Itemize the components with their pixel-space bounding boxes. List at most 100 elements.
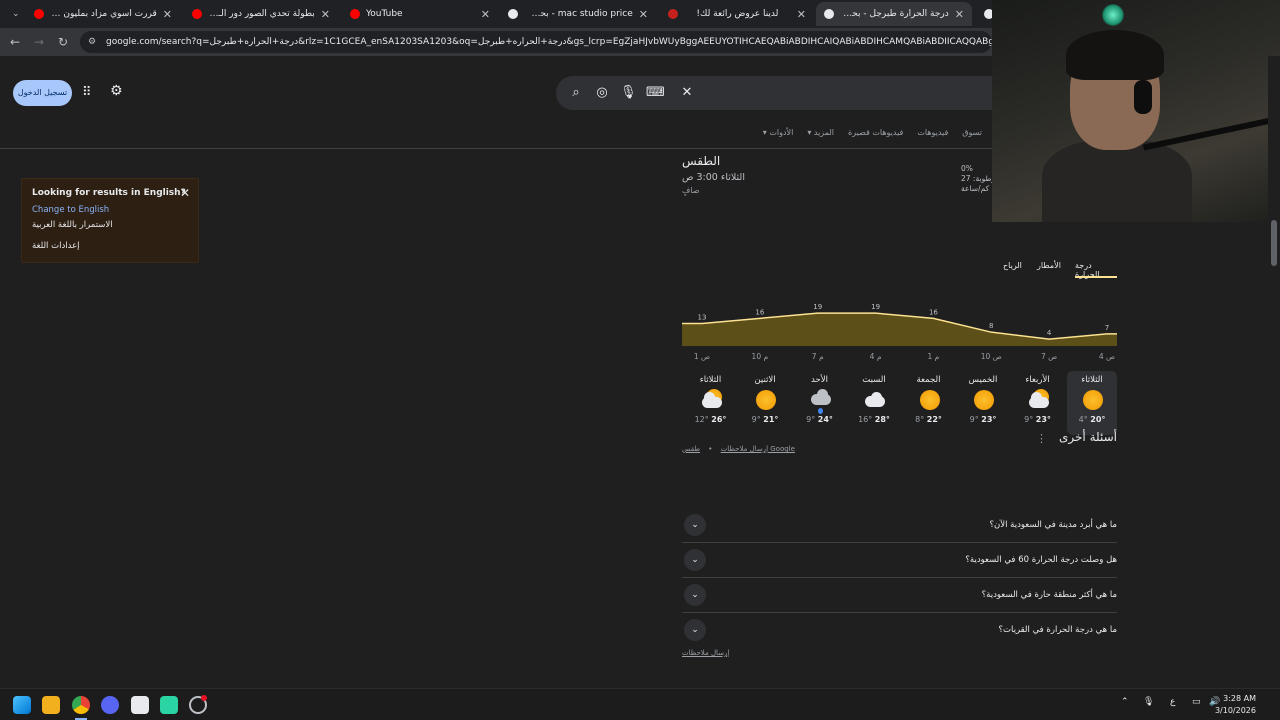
tab-title: mac studio price - بحث Google xyxy=(524,9,633,19)
site-icon xyxy=(668,9,678,19)
tab-6-active[interactable]: درجة الحرارة طبرجل - بحث Google ✕ xyxy=(816,2,972,26)
scrollbar[interactable] xyxy=(1268,56,1280,688)
url-text: google.com/search?q=درجة+الحراره+طبرجل&r… xyxy=(106,37,992,47)
feedback-link[interactable]: إرسال ملاحظات xyxy=(682,649,729,657)
apps-grid-icon[interactable]: ⠿ xyxy=(82,85,92,100)
youtube-icon xyxy=(192,9,202,19)
tab-4[interactable]: mac studio price - بحث Google ✕ xyxy=(500,2,656,26)
reload-icon[interactable]: ↻ xyxy=(54,33,72,51)
app-icon[interactable] xyxy=(131,696,149,714)
weather-tab-wind[interactable]: الرياح xyxy=(1003,261,1022,270)
lens-icon[interactable]: ◎ xyxy=(594,85,610,101)
forward-icon[interactable]: → xyxy=(30,33,48,51)
clear-icon[interactable]: ✕ xyxy=(679,85,695,101)
discord-icon[interactable] xyxy=(101,696,119,714)
lamp-light xyxy=(1102,4,1124,26)
mic-icon[interactable]: 🎙 xyxy=(620,85,637,101)
close-icon[interactable]: ✕ xyxy=(949,8,964,21)
change-language-link[interactable]: Change to English xyxy=(32,205,109,215)
close-icon[interactable]: ✕ xyxy=(633,8,648,21)
day-forecast[interactable]: الثلاثاء 4° 20° xyxy=(1067,371,1117,435)
weather-condition: صافٍ xyxy=(682,186,700,195)
paa-question-text: هل وصلت درجة الحرارة 60 في السعودية؟ xyxy=(965,555,1117,565)
chevron-up-icon[interactable]: ⌃ xyxy=(1121,697,1129,707)
close-icon[interactable]: ✕ xyxy=(791,8,806,21)
day-name: الثلاثاء xyxy=(699,375,722,385)
search-box[interactable]: ⌕ ◎ 🎙 ⌨ ✕ xyxy=(556,76,992,110)
tab-title: YouTube xyxy=(366,9,403,19)
close-icon[interactable]: ✕ xyxy=(475,8,490,21)
paa-question[interactable]: هل وصلت درجة الحرارة 60 في السعودية؟ ⌄ xyxy=(682,543,1117,578)
input-language[interactable]: ع xyxy=(1170,697,1175,707)
continue-arabic-link[interactable]: الاستمرار باللغة العربية xyxy=(32,220,113,230)
streamer-hair xyxy=(1066,30,1164,80)
day-forecast[interactable]: السبت 16° 28° xyxy=(849,371,899,435)
site-info-icon[interactable]: ⚙ xyxy=(88,31,96,53)
paa-question[interactable]: ما هي أبرد مدينة في السعودية الآن؟ ⌄ xyxy=(682,508,1117,543)
day-forecast[interactable]: الأحد 9° 24° xyxy=(795,371,845,435)
tab-tools[interactable]: الأدوات ▾ xyxy=(763,128,794,137)
chevron-down-icon[interactable]: ⌄ xyxy=(684,619,706,641)
day-name: الثلاثاء xyxy=(1081,375,1103,385)
day-forecast[interactable]: الثلاثاء 12° 26° xyxy=(686,371,736,435)
low-temp: 9° xyxy=(1024,415,1036,424)
hour-label: 10 ص xyxy=(980,352,1002,361)
tab-short-videos[interactable]: فيديوهات قصيرة xyxy=(848,128,903,137)
address-bar[interactable]: ⚙ google.com/search?q=درجة+الحراره+طبرجل… xyxy=(80,31,992,53)
webcam-overlay xyxy=(992,0,1280,222)
scrollbar-thumb[interactable] xyxy=(1271,220,1277,266)
weather-footer: إرسال ملاحظات • طقس Google xyxy=(682,445,795,453)
signin-button[interactable]: تسجيل الدخول xyxy=(13,80,72,106)
paa-question[interactable]: ما هي أكثر منطقة حارة في السعودية؟ ⌄ xyxy=(682,578,1117,613)
keyboard-icon[interactable]: ⌨ xyxy=(646,85,665,101)
tab-3[interactable]: YouTube ✕ xyxy=(342,2,498,26)
day-forecast[interactable]: الأربعاء 9° 23° xyxy=(1013,371,1063,435)
active-tab-indicator xyxy=(1075,276,1117,278)
back-icon[interactable]: ← xyxy=(6,33,24,51)
day-forecast[interactable]: الاثنين 9° 21° xyxy=(740,371,790,435)
tab-more[interactable]: المزيد ▾ xyxy=(807,128,834,137)
close-icon[interactable]: ✕ xyxy=(180,186,190,200)
day-name: الأحد xyxy=(811,375,828,385)
rain-icon xyxy=(809,389,831,414)
paa-question[interactable]: ما هي درجة الحرارة في القريات؟ ⌄ xyxy=(682,613,1117,648)
file-explorer-icon[interactable] xyxy=(42,696,60,714)
tab-1[interactable]: قررت اسوي مزاد بمليون ريال 😳 ✕ xyxy=(26,2,180,26)
close-icon[interactable]: ✕ xyxy=(315,8,330,21)
paa-question-text: ما هي أبرد مدينة في السعودية الآن؟ xyxy=(989,520,1117,530)
network-icon[interactable]: ▭ xyxy=(1192,697,1201,707)
windows-start-icon[interactable] xyxy=(13,696,31,714)
tab-search-button[interactable]: ⌄ xyxy=(4,2,24,26)
search-icon[interactable]: ⌕ xyxy=(568,85,584,101)
temperature-value-label: 19 xyxy=(813,303,822,311)
tab-shopping[interactable]: تسوق xyxy=(962,128,982,137)
tab-2[interactable]: بطولة تحدي الصور دور الـ ٨ 🌙 ✕ xyxy=(184,2,338,26)
taskbar: ⌃ 🎙 ع ▭ 🔊 3:28 AM 3/10/2026 xyxy=(0,688,1280,720)
chevron-down-icon[interactable]: ⌄ xyxy=(684,514,706,536)
close-icon[interactable]: ✕ xyxy=(157,8,172,21)
mic-icon[interactable]: 🎙 xyxy=(1143,697,1154,707)
youtube-icon xyxy=(34,9,44,19)
chevron-down-icon[interactable]: ⌄ xyxy=(684,549,706,571)
day-forecast[interactable]: الخميس 9° 23° xyxy=(958,371,1008,435)
day-temps: 9° 21° xyxy=(740,415,790,424)
weather-tab-precipitation[interactable]: الأمطار xyxy=(1037,261,1061,270)
tab-5[interactable]: لدينا عروض رائعة لك! ✕ xyxy=(660,2,814,26)
feedback-link[interactable]: إرسال ملاحظات xyxy=(721,445,768,453)
temperature-value-label: 4 xyxy=(1047,329,1052,337)
low-temp: 9° xyxy=(806,415,818,424)
more-options-icon[interactable]: ⋮ xyxy=(1036,432,1047,445)
hour-label: 4 ص xyxy=(1098,352,1116,361)
high-temp: 22° xyxy=(926,415,942,424)
chrome-icon[interactable] xyxy=(72,696,90,714)
clock[interactable]: 3:28 AM 3/10/2026 xyxy=(1215,693,1256,717)
high-temp: 23° xyxy=(981,415,997,424)
gear-icon[interactable]: ⚙ xyxy=(110,83,123,99)
day-forecast[interactable]: الجمعة 8° 22° xyxy=(904,371,954,435)
language-settings-link[interactable]: إعدادات اللغة xyxy=(32,241,80,251)
tab-videos[interactable]: فيديوهات xyxy=(917,128,948,137)
high-temp: 28° xyxy=(874,415,890,424)
chevron-down-icon[interactable]: ⌄ xyxy=(684,584,706,606)
app-icon[interactable] xyxy=(160,696,178,714)
sun-icon xyxy=(754,389,776,411)
